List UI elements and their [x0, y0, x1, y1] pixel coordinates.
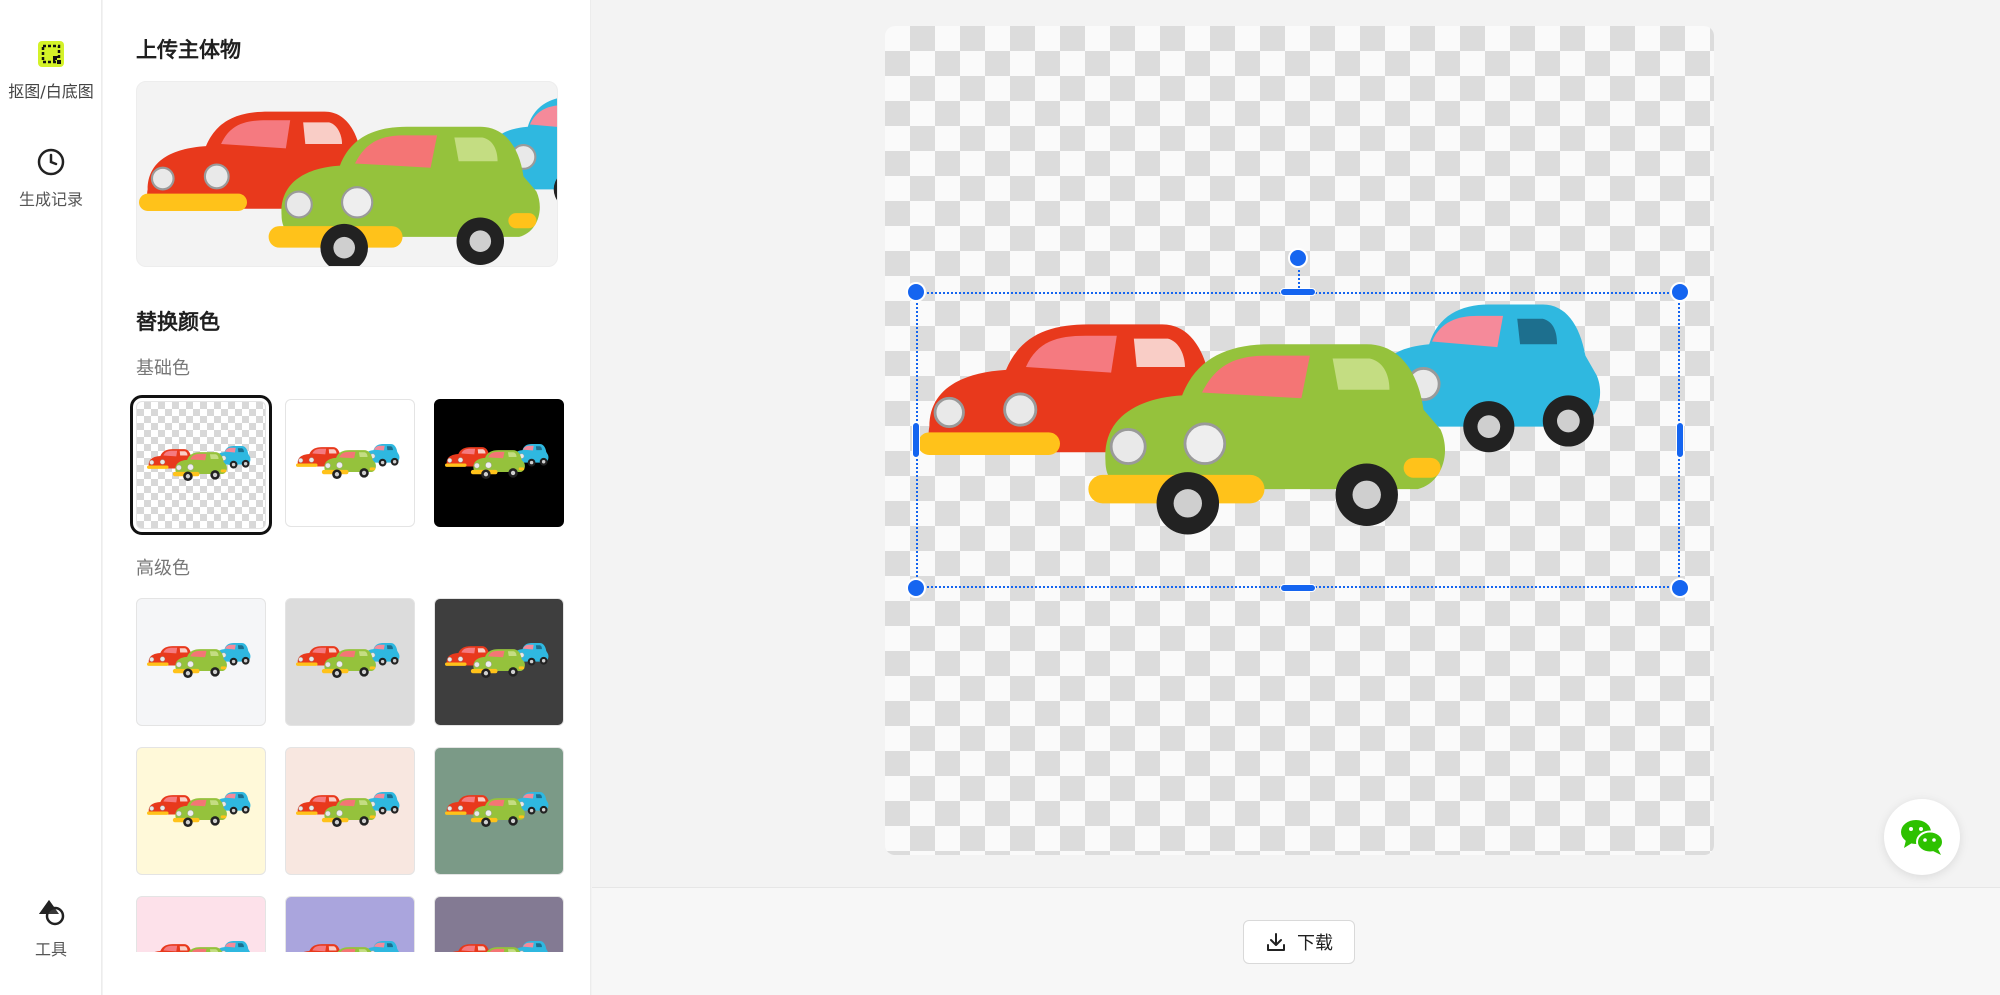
- sidebar-item-label: 工具: [34, 940, 67, 959]
- upload-subject-dropzone[interactable]: [136, 81, 558, 267]
- download-label: 下载: [1297, 933, 1333, 954]
- panel-scroll-fade: [103, 952, 590, 995]
- resize-handle-top[interactable]: [1280, 288, 1316, 296]
- resize-handle-left[interactable]: [912, 422, 920, 458]
- sidebar-item-history[interactable]: 生成记录: [0, 146, 102, 210]
- sidebar-item-tools[interactable]: 工具: [0, 896, 102, 960]
- swatch-white[interactable]: [285, 399, 415, 527]
- swatch-gray[interactable]: [285, 598, 415, 726]
- resize-handle-bottom-left[interactable]: [906, 578, 926, 598]
- swatch-sage[interactable]: [434, 747, 564, 875]
- resize-handle-top-right[interactable]: [1670, 282, 1690, 302]
- resize-handle-bottom[interactable]: [1280, 584, 1316, 592]
- sidebar-item-cutout[interactable]: 抠图/白底图: [0, 38, 102, 102]
- clock-icon: [37, 148, 65, 176]
- swatch-dark-gray[interactable]: [434, 598, 564, 726]
- settings-panel: 上传主体物 替换颜色 基础色 高级色: [103, 0, 591, 995]
- download-button[interactable]: 下载: [1243, 920, 1355, 964]
- swatch-black[interactable]: [434, 399, 564, 527]
- upload-title: 上传主体物: [136, 38, 241, 62]
- resize-handle-top-left[interactable]: [906, 282, 926, 302]
- wechat-button[interactable]: [1884, 799, 1960, 875]
- cutout-icon: [38, 41, 64, 67]
- left-rail: 抠图/白底图 生成记录 工具: [0, 0, 102, 995]
- wechat-icon: [1901, 820, 1944, 855]
- basic-color-label: 基础色: [136, 358, 190, 379]
- sidebar-item-label: 抠图/白底图: [8, 82, 94, 101]
- replace-color-title: 替换颜色: [136, 310, 220, 334]
- selection-box[interactable]: [916, 292, 1680, 588]
- swatch-transparent[interactable]: [130, 395, 272, 535]
- swatch-cream[interactable]: [136, 747, 266, 875]
- subject-thumbnail: [137, 82, 558, 267]
- sidebar-item-label: 生成记录: [18, 190, 83, 209]
- shapes-icon: [39, 900, 65, 926]
- resize-handle-bottom-right[interactable]: [1670, 578, 1690, 598]
- resize-handle-right[interactable]: [1676, 422, 1684, 458]
- download-icon: [1267, 933, 1285, 951]
- rotate-handle[interactable]: [1288, 248, 1308, 268]
- swatch-blush[interactable]: [285, 747, 415, 875]
- advanced-color-label: 高级色: [136, 558, 190, 579]
- swatch-light-gray[interactable]: [136, 598, 266, 726]
